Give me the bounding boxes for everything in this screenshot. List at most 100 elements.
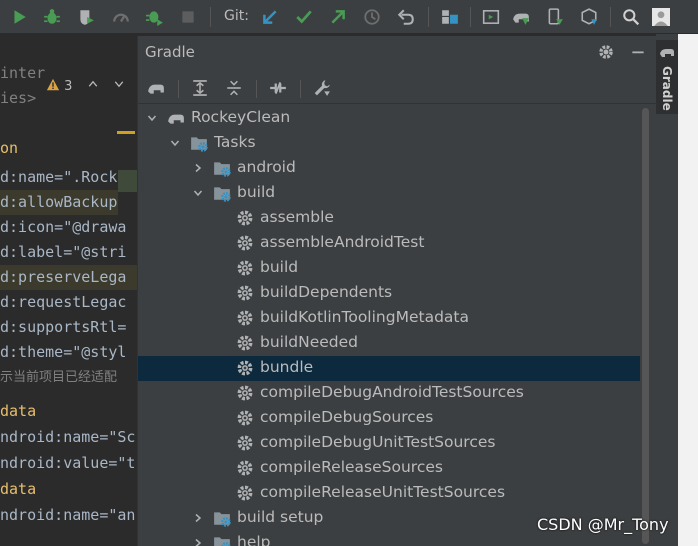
code-line: d:name=".Rocke bbox=[0, 168, 127, 186]
tree-item[interactable]: build bbox=[138, 256, 640, 281]
elephant-icon[interactable] bbox=[144, 76, 168, 100]
gutter-marker bbox=[118, 170, 137, 192]
attach-debugger-icon[interactable] bbox=[143, 5, 167, 29]
tree-item-label: bundle bbox=[260, 358, 314, 376]
tree-item[interactable]: buildNeeded bbox=[138, 331, 640, 356]
gradle-tool-window: Gradle RockeyClean Tasks android build a… bbox=[137, 36, 657, 546]
tree-item[interactable]: buildKotlinToolingMetadata bbox=[138, 306, 640, 331]
code-editor[interactable]: inter ies> on d:name=".Rocke d:allowBack… bbox=[0, 34, 137, 546]
stop-icon[interactable] bbox=[176, 5, 200, 29]
coverage-icon[interactable] bbox=[74, 5, 98, 29]
rollback-icon[interactable] bbox=[394, 5, 418, 29]
chevron-right-icon[interactable] bbox=[192, 512, 204, 524]
gear-icon bbox=[235, 433, 255, 453]
tree-item[interactable]: compileDebugSources bbox=[138, 406, 640, 431]
tree-item[interactable]: assembleAndroidTest bbox=[138, 231, 640, 256]
chevron-down-icon[interactable] bbox=[192, 187, 204, 199]
toggle-offline-icon[interactable] bbox=[266, 76, 290, 100]
tree-scrollbar[interactable] bbox=[640, 106, 650, 546]
git-commit-icon[interactable] bbox=[292, 5, 316, 29]
code-line: d:allowBackup bbox=[0, 190, 118, 215]
git-update-icon[interactable] bbox=[258, 5, 282, 29]
folder-gear-icon bbox=[212, 533, 232, 546]
run-icon[interactable] bbox=[7, 5, 31, 29]
gear-icon bbox=[235, 208, 255, 228]
tree-item-label: buildKotlinToolingMetadata bbox=[260, 308, 469, 326]
chevron-right-icon[interactable] bbox=[192, 537, 204, 546]
chevron-right-icon[interactable] bbox=[192, 162, 204, 174]
chevron-down-icon[interactable] bbox=[113, 78, 125, 90]
tree-item-label: compileDebugAndroidTestSources bbox=[260, 383, 524, 401]
sdk-manager-icon[interactable] bbox=[577, 5, 601, 29]
gradle-task-tree[interactable]: RockeyClean Tasks android build assemble asse… bbox=[138, 106, 640, 546]
gradle-tool-tab[interactable]: Gradle bbox=[656, 40, 678, 114]
tree-item-label: Tasks bbox=[214, 133, 256, 151]
chevron-up-icon[interactable] bbox=[87, 78, 99, 90]
inspection-widget[interactable]: 3 bbox=[46, 78, 125, 98]
tree-item-label: android bbox=[237, 158, 296, 176]
tree-item[interactable]: build bbox=[138, 181, 640, 206]
tree-item-label: compileReleaseUnitTestSources bbox=[260, 483, 506, 501]
tree-item[interactable]: compileReleaseSources bbox=[138, 456, 640, 481]
chevron-down-icon[interactable] bbox=[146, 112, 158, 124]
code-line: d:preserveLega bbox=[0, 265, 137, 290]
tree-item-label: build bbox=[237, 183, 276, 201]
folder-gear-icon bbox=[212, 508, 232, 528]
git-push-icon[interactable] bbox=[326, 5, 350, 29]
wrench-icon[interactable] bbox=[310, 76, 334, 100]
device-manager-icon[interactable] bbox=[479, 5, 503, 29]
gear-icon bbox=[235, 283, 255, 303]
project-structure-icon[interactable] bbox=[438, 5, 462, 29]
panel-title: Gradle bbox=[145, 43, 195, 61]
tree-item-label: build setup bbox=[237, 508, 324, 526]
gear-icon[interactable] bbox=[594, 40, 618, 64]
warning-count: 3 bbox=[64, 79, 73, 94]
gear-icon bbox=[235, 233, 255, 253]
collapse-all-icon[interactable] bbox=[222, 76, 246, 100]
minimize-icon[interactable] bbox=[626, 40, 650, 64]
scroll-thumb[interactable] bbox=[642, 108, 649, 544]
gradle-tab-label: Gradle bbox=[660, 66, 674, 111]
tree-item-label: RockeyClean bbox=[191, 108, 291, 126]
code-line: on bbox=[0, 139, 19, 157]
tree-item-label: compileDebugUnitTestSources bbox=[260, 433, 496, 451]
profiler-icon[interactable] bbox=[109, 5, 133, 29]
tree-item[interactable]: compileDebugUnitTestSources bbox=[138, 431, 640, 456]
tree-item[interactable]: bundle bbox=[138, 356, 640, 381]
tree-item[interactable]: Tasks bbox=[138, 131, 640, 156]
gradle-sync-icon[interactable] bbox=[509, 5, 533, 29]
code-line: 示当前项目已经适配 bbox=[0, 370, 118, 385]
chevron-down-icon[interactable] bbox=[169, 137, 181, 149]
tree-item[interactable]: compileDebugAndroidTestSources bbox=[138, 381, 640, 406]
tree-item[interactable]: assemble bbox=[138, 206, 640, 231]
background-panel bbox=[678, 34, 698, 546]
toolbar-separator bbox=[178, 80, 179, 98]
gear-icon bbox=[235, 408, 255, 428]
tree-item-label: assemble bbox=[260, 208, 334, 226]
search-icon[interactable] bbox=[619, 5, 643, 29]
history-icon[interactable] bbox=[360, 5, 384, 29]
code-line: ies> bbox=[0, 89, 37, 107]
code-line: ndroid:value="t bbox=[0, 454, 136, 472]
tree-item[interactable]: compileReleaseUnitTestSources bbox=[138, 481, 640, 506]
gear-icon bbox=[235, 358, 255, 378]
tree-item[interactable]: buildDependents bbox=[138, 281, 640, 306]
code-line: data bbox=[0, 402, 37, 420]
tree-item[interactable]: android bbox=[138, 156, 640, 181]
gradle-toolbar bbox=[138, 72, 657, 104]
toolbar-separator bbox=[428, 7, 429, 27]
debug-icon[interactable] bbox=[40, 5, 64, 29]
main-toolbar: Git: bbox=[0, 0, 698, 34]
toolbar-separator bbox=[210, 7, 211, 27]
tree-item[interactable]: RockeyClean bbox=[138, 106, 640, 131]
toolbar-separator bbox=[470, 7, 471, 27]
watermark: CSDN @Mr_Tony bbox=[537, 515, 669, 534]
folder-gear-icon bbox=[212, 158, 232, 178]
tree-item-label: buildNeeded bbox=[260, 333, 358, 351]
avd-manager-icon[interactable] bbox=[543, 5, 567, 29]
gradle-panel-header: Gradle bbox=[138, 36, 657, 68]
account-icon[interactable] bbox=[649, 5, 673, 29]
toolbar-separator bbox=[256, 80, 257, 98]
git-label: Git: bbox=[224, 8, 249, 24]
expand-all-icon[interactable] bbox=[188, 76, 212, 100]
